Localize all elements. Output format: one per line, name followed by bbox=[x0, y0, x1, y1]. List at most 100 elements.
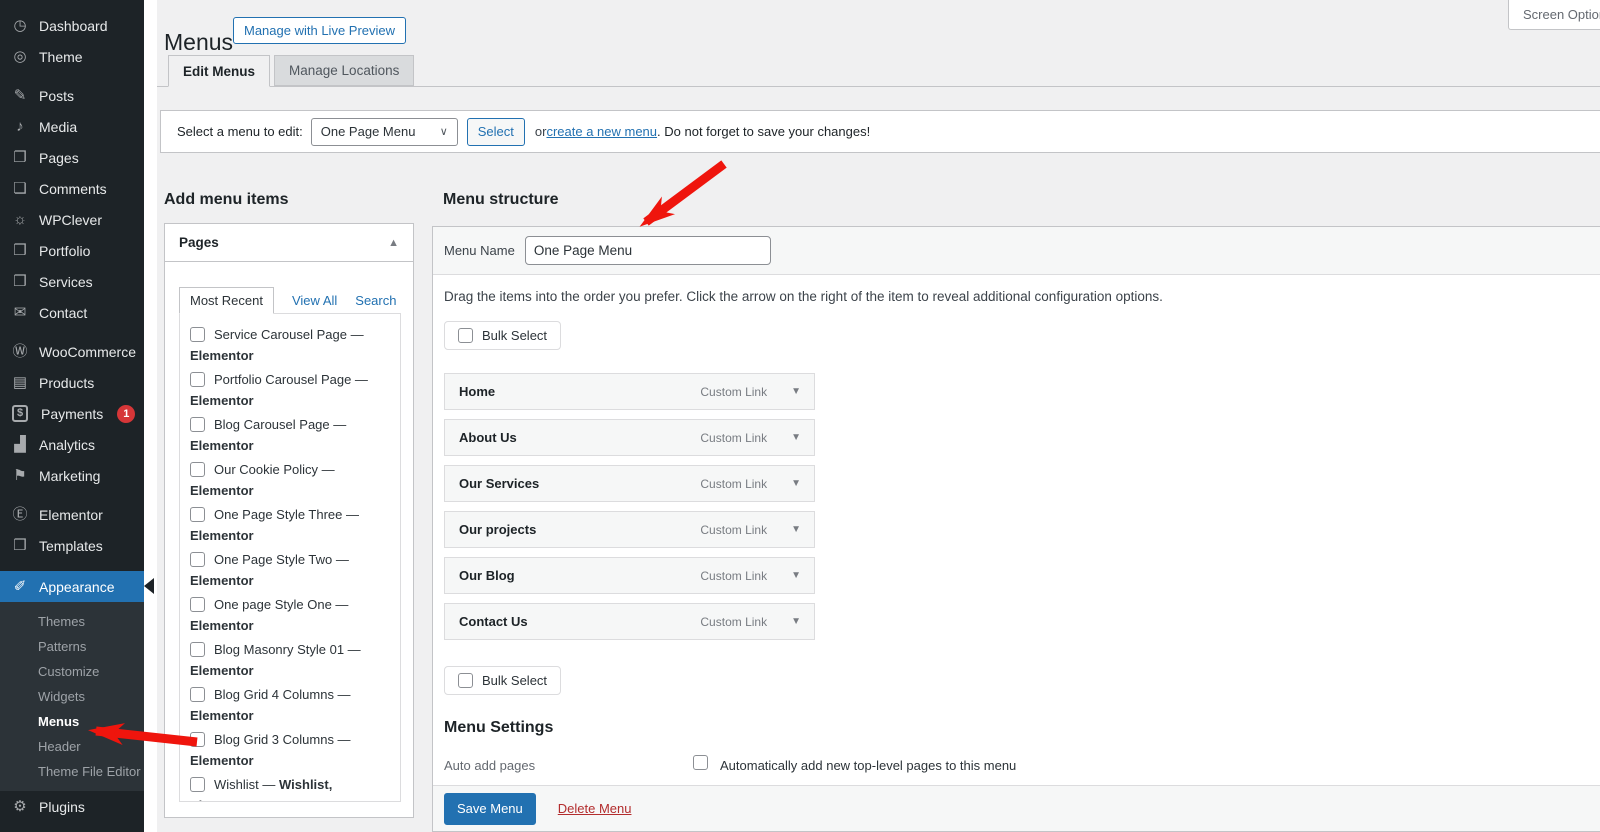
item-expand-arrow-icon[interactable]: ▼ bbox=[791, 432, 801, 443]
menu-item-type: Custom Link bbox=[700, 385, 767, 399]
submenu-item-widgets[interactable]: Widgets bbox=[0, 684, 144, 709]
sidebar-item-wpclever[interactable]: ☼ WPClever bbox=[0, 204, 144, 235]
services-icon: ❒ bbox=[10, 274, 30, 289]
screen-options-button[interactable]: Screen Options bbox=[1508, 0, 1600, 30]
sidebar-item-media[interactable]: ♪ Media bbox=[0, 111, 144, 142]
save-menu-button[interactable]: Save Menu bbox=[444, 793, 536, 825]
tab-view-all[interactable]: View All bbox=[292, 293, 337, 308]
menu-item-home[interactable]: Home Custom Link ▼ bbox=[444, 373, 815, 410]
sidebar-item-label: Dashboard bbox=[39, 18, 108, 34]
bulk-select-toggle-top[interactable]: Bulk Select bbox=[444, 321, 561, 350]
page-checkbox[interactable] bbox=[190, 732, 205, 747]
select-menu-bar: Select a menu to edit: One Page Menu ∨ S… bbox=[160, 110, 1600, 153]
page-checkbox[interactable] bbox=[190, 462, 205, 477]
sidebar-item-label: Payments bbox=[41, 406, 103, 422]
page-checklist-item[interactable]: Service Carousel Page — Elementor bbox=[190, 324, 390, 366]
sidebar-item-elementor[interactable]: Ⓔ Elementor bbox=[0, 499, 144, 530]
page-checklist-item[interactable]: Wishlist — Wishlist, Elementor bbox=[190, 774, 390, 802]
tab-edit-menus[interactable]: Edit Menus bbox=[168, 55, 270, 87]
collapse-arrow-icon[interactable]: ▲ bbox=[388, 237, 399, 249]
sidebar-item-templates[interactable]: ❒ Templates bbox=[0, 530, 144, 561]
sidebar-item-marketing[interactable]: ⚑ Marketing bbox=[0, 460, 144, 491]
page-checkbox[interactable] bbox=[190, 507, 205, 522]
page-checklist-item[interactable]: One Page Style Three — Elementor bbox=[190, 504, 390, 546]
menu-item-about-us[interactable]: About Us Custom Link ▼ bbox=[444, 419, 815, 456]
item-expand-arrow-icon[interactable]: ▼ bbox=[791, 524, 801, 535]
menu-item-our-projects[interactable]: Our projects Custom Link ▼ bbox=[444, 511, 815, 548]
sidebar-item-services[interactable]: ❒ Services bbox=[0, 266, 144, 297]
page-checklist-item[interactable]: One Page Style Two — Elementor bbox=[190, 549, 390, 591]
page-checkbox[interactable] bbox=[190, 597, 205, 612]
tab-search[interactable]: Search bbox=[355, 293, 396, 308]
page-checkbox[interactable] bbox=[190, 552, 205, 567]
page-checkbox[interactable] bbox=[190, 327, 205, 342]
sidebar-item-label: Media bbox=[39, 119, 77, 135]
auto-add-checkbox[interactable] bbox=[693, 755, 708, 770]
bulk-select-toggle-bottom[interactable]: Bulk Select bbox=[444, 666, 561, 695]
page-checklist-item[interactable]: Blog Masonry Style 01 — Elementor bbox=[190, 639, 390, 681]
page-checklist: Service Carousel Page — Elementor Portfo… bbox=[179, 313, 401, 802]
page-checkbox[interactable] bbox=[190, 777, 205, 792]
sidebar-item-products[interactable]: ▤ Products bbox=[0, 367, 144, 398]
sidebar-item-contact[interactable]: ✉ Contact bbox=[0, 297, 144, 328]
submenu-item-customize[interactable]: Customize bbox=[0, 659, 144, 684]
page-status-text: Elementor bbox=[190, 708, 254, 723]
page-checkbox[interactable] bbox=[190, 372, 205, 387]
page-checkbox[interactable] bbox=[190, 417, 205, 432]
sidebar-item-woocommerce[interactable]: Ⓦ WooCommerce bbox=[0, 336, 144, 367]
delete-menu-link[interactable]: Delete Menu bbox=[558, 801, 632, 816]
page-checklist-item[interactable]: Blog Grid 4 Columns — Elementor bbox=[190, 684, 390, 726]
page-checklist-item[interactable]: Portfolio Carousel Page — Elementor bbox=[190, 369, 390, 411]
sidebar-item-comments[interactable]: ❏ Comments bbox=[0, 173, 144, 204]
submenu-item-menus[interactable]: Menus bbox=[0, 709, 144, 734]
page-checkbox[interactable] bbox=[190, 687, 205, 702]
page-checklist-item[interactable]: Blog Grid 3 Columns — Elementor bbox=[190, 729, 390, 771]
page-status-text: Elementor bbox=[190, 348, 254, 363]
sidebar-item-label: Plugins bbox=[39, 799, 85, 815]
submenu-item-themes[interactable]: Themes bbox=[0, 609, 144, 634]
tab-manage-locations[interactable]: Manage Locations bbox=[274, 55, 414, 86]
sidebar-item-label: Elementor bbox=[39, 507, 103, 523]
sidebar-item-label: Templates bbox=[39, 538, 103, 554]
sidebar-item-analytics[interactable]: ▟ Analytics bbox=[0, 429, 144, 460]
item-expand-arrow-icon[interactable]: ▼ bbox=[791, 570, 801, 581]
menu-item-contact-us[interactable]: Contact Us Custom Link ▼ bbox=[444, 603, 815, 640]
sidebar-item-portfolio[interactable]: ❒ Portfolio bbox=[0, 235, 144, 266]
submenu-item-theme-file-editor[interactable]: Theme File Editor bbox=[0, 759, 144, 784]
page-checklist-item[interactable]: Our Cookie Policy — Elementor bbox=[190, 459, 390, 501]
bulk-select-checkbox[interactable] bbox=[458, 328, 473, 343]
pages-accordion-header[interactable]: Pages ▲ bbox=[165, 224, 413, 262]
item-expand-arrow-icon[interactable]: ▼ bbox=[791, 616, 801, 627]
submenu-item-header[interactable]: Header bbox=[0, 734, 144, 759]
item-expand-arrow-icon[interactable]: ▼ bbox=[791, 386, 801, 397]
manage-live-preview-button[interactable]: Manage with Live Preview bbox=[233, 17, 406, 44]
menu-item-our-blog[interactable]: Our Blog Custom Link ▼ bbox=[444, 557, 815, 594]
create-new-menu-link[interactable]: create a new menu bbox=[546, 124, 657, 139]
sidebar-item-dashboard[interactable]: ◷ Dashboard bbox=[0, 10, 144, 41]
appearance-submenu: Themes Patterns Customize Widgets Menus … bbox=[0, 602, 144, 791]
pages-accordion-title: Pages bbox=[179, 235, 219, 250]
sidebar-item-plugins[interactable]: ⚙ Plugins bbox=[0, 791, 144, 822]
sidebar-item-pages[interactable]: ❐ Pages bbox=[0, 142, 144, 173]
page-checkbox[interactable] bbox=[190, 642, 205, 657]
tab-most-recent[interactable]: Most Recent bbox=[179, 287, 274, 314]
menu-select-dropdown[interactable]: One Page Menu ∨ bbox=[311, 118, 458, 146]
wpclever-icon: ☼ bbox=[10, 212, 30, 227]
menu-name-input[interactable] bbox=[525, 236, 771, 265]
menu-item-our-services[interactable]: Our Services Custom Link ▼ bbox=[444, 465, 815, 502]
marketing-icon: ⚑ bbox=[10, 468, 30, 483]
sidebar-item-label: Contact bbox=[39, 305, 87, 321]
item-expand-arrow-icon[interactable]: ▼ bbox=[791, 478, 801, 489]
sidebar-item-appearance[interactable]: ✐ Appearance bbox=[0, 571, 144, 602]
sidebar-item-payments[interactable]: $ Payments 1 bbox=[0, 398, 144, 429]
bulk-select-checkbox[interactable] bbox=[458, 673, 473, 688]
menu-item-title: Our projects bbox=[459, 522, 700, 537]
page-checklist-item[interactable]: Blog Carousel Page — Elementor bbox=[190, 414, 390, 456]
submenu-item-patterns[interactable]: Patterns bbox=[0, 634, 144, 659]
sidebar-item-theme[interactable]: ◎ Theme bbox=[0, 41, 144, 72]
page-checklist-item[interactable]: One page Style One — Elementor bbox=[190, 594, 390, 636]
sidebar-item-posts[interactable]: ✎ Posts bbox=[0, 80, 144, 111]
select-button[interactable]: Select bbox=[467, 118, 525, 146]
page-status-text: Elementor bbox=[190, 753, 254, 768]
menu-item-title: Our Services bbox=[459, 476, 700, 491]
